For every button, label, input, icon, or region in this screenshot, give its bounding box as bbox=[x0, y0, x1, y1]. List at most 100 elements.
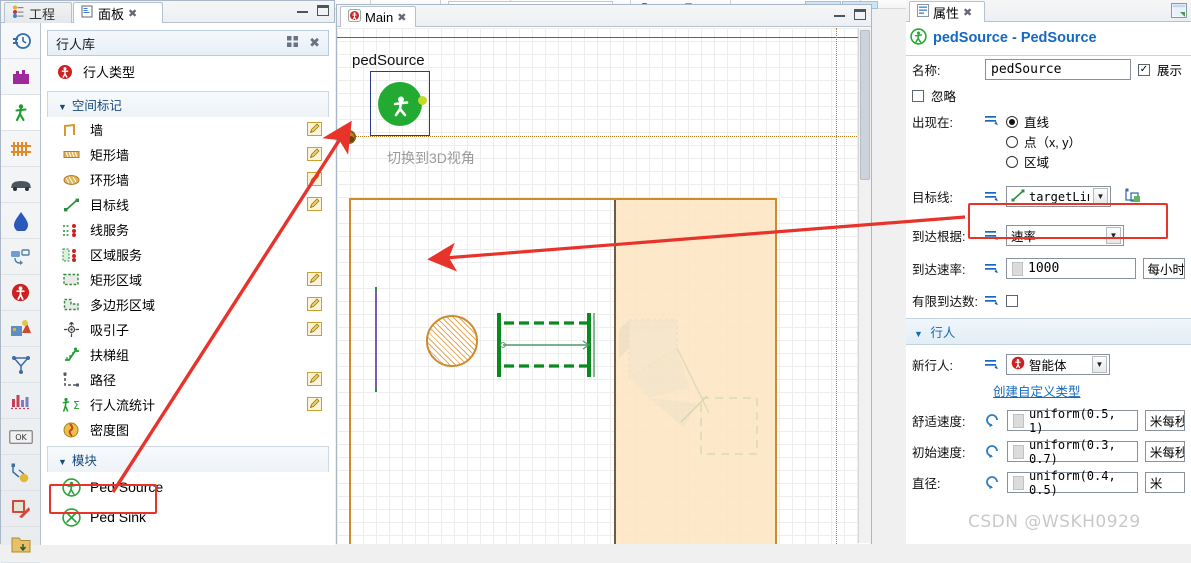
tab-main[interactable]: Main ✖ bbox=[340, 6, 416, 27]
create-custom-type-link[interactable]: 创建自定义类型 bbox=[993, 381, 1081, 400]
chevron-down-icon[interactable]: ▼ bbox=[1093, 188, 1108, 205]
palette-item-attractor[interactable]: 吸引子 bbox=[47, 317, 329, 342]
arrival-rate-input[interactable]: 1000 bbox=[1006, 258, 1136, 279]
restore-view-icon[interactable] bbox=[1171, 3, 1187, 21]
palette-item-path[interactable]: 路径 bbox=[47, 367, 329, 392]
palette-item-ring-wall[interactable]: 环形墙 bbox=[47, 167, 329, 192]
rail-item-6[interactable] bbox=[1, 239, 40, 275]
radio-icon[interactable] bbox=[1006, 115, 1018, 128]
ped-source-icon[interactable] bbox=[378, 82, 422, 126]
dynamic-value-icon[interactable] bbox=[985, 111, 999, 128]
interior-wall[interactable] bbox=[614, 200, 616, 544]
palette-ped-type-row[interactable]: 行人类型 bbox=[41, 56, 335, 87]
rail-item-2[interactable] bbox=[1, 95, 40, 131]
dynamic-value-icon[interactable] bbox=[985, 261, 999, 276]
rail-item-5[interactable] bbox=[1, 203, 40, 239]
diameter-unit[interactable]: 米 bbox=[1144, 472, 1185, 493]
palette-group-header-1[interactable]: ▼ 模块 bbox=[47, 446, 329, 472]
pedestrian-section-header[interactable]: ▼ 行人 bbox=[906, 318, 1191, 345]
chevron-down-icon[interactable]: ▼ bbox=[1092, 356, 1107, 373]
canvas-scrollbar-thumb[interactable] bbox=[860, 30, 870, 180]
radio-icon[interactable] bbox=[1006, 135, 1018, 148]
limited-arrivals-checkbox[interactable] bbox=[1006, 294, 1018, 307]
minimize-button[interactable] bbox=[297, 9, 308, 13]
target-line-combo[interactable]: targetLine ▼ bbox=[1006, 186, 1111, 207]
ring-wall[interactable] bbox=[426, 315, 478, 367]
new-ped-combo[interactable]: 智能体 ▼ bbox=[1006, 354, 1110, 375]
palette-item-rect-wall[interactable]: 矩形墙 bbox=[47, 142, 329, 167]
tab-project[interactable]: 工程 bbox=[4, 2, 72, 23]
dynamic-value-icon[interactable] bbox=[985, 357, 999, 372]
rail-item-1[interactable] bbox=[1, 59, 40, 95]
palette-group-header-0[interactable]: ▼ 空间标记 bbox=[47, 91, 329, 117]
comfort-speed-input[interactable]: uniform(0.5, 1) bbox=[1007, 407, 1138, 435]
reset-icon[interactable] bbox=[985, 475, 1000, 490]
dynamic-value-icon[interactable] bbox=[985, 189, 999, 204]
close-icon[interactable]: ✖ bbox=[309, 35, 320, 51]
appear-option-point[interactable]: 点（x, y） bbox=[1006, 132, 1081, 151]
edit-pencil-icon[interactable] bbox=[307, 272, 322, 286]
ignore-checkbox[interactable] bbox=[912, 89, 924, 102]
appear-option-line[interactable]: 直线 bbox=[1006, 112, 1081, 131]
edit-pencil-icon[interactable] bbox=[307, 172, 322, 186]
edit-pencil-icon[interactable] bbox=[307, 297, 322, 311]
grid-view-icon[interactable] bbox=[286, 35, 299, 51]
palette-item-ped-source[interactable]: Ped Source bbox=[47, 472, 329, 502]
tab-palette[interactable]: 面板 ✖ bbox=[73, 2, 163, 23]
edit-pencil-icon[interactable] bbox=[307, 397, 322, 411]
maximize-button[interactable] bbox=[317, 5, 329, 16]
palette-item-ped-flow-stats[interactable]: Σ 行人流统计 bbox=[47, 392, 329, 417]
initial-speed-unit[interactable]: 米每秒 bbox=[1144, 441, 1185, 462]
pick-object-icon[interactable] bbox=[1125, 188, 1141, 206]
close-icon[interactable]: ✖ bbox=[128, 7, 137, 20]
model-canvas[interactable]: pedSource 切换到3D视角 bbox=[337, 28, 871, 544]
arrival-basis-combo[interactable]: 速率 ▼ bbox=[1006, 225, 1124, 246]
reset-icon[interactable] bbox=[985, 444, 1000, 459]
rail-item-12[interactable] bbox=[1, 455, 40, 491]
appear-option-area[interactable]: 区域 bbox=[1006, 152, 1081, 171]
palette-item-escalator-group[interactable]: 扶梯组 bbox=[47, 342, 329, 367]
palette-item-line-service[interactable]: 线服务 bbox=[47, 217, 329, 242]
palette-item-target-line[interactable]: 目标线 bbox=[47, 192, 329, 217]
palette-item-ped-sink[interactable]: Ped Sink bbox=[47, 502, 329, 532]
rail-item-8[interactable] bbox=[1, 311, 40, 347]
reset-icon[interactable] bbox=[985, 413, 1000, 428]
palette-item-density-map[interactable]: 密度图 bbox=[47, 417, 329, 442]
palette-item-rect-area[interactable]: 矩形区域 bbox=[47, 267, 329, 292]
edit-pencil-icon[interactable] bbox=[307, 372, 322, 386]
escalator-group-shape[interactable] bbox=[495, 311, 599, 379]
close-icon[interactable]: ✖ bbox=[963, 6, 972, 19]
edit-pencil-icon[interactable] bbox=[307, 322, 322, 336]
tab-properties[interactable]: 属性 ✖ bbox=[909, 1, 985, 22]
rail-item-11[interactable]: OK bbox=[1, 419, 40, 455]
edit-pencil-icon[interactable] bbox=[307, 147, 322, 161]
palette-item-polygon-area[interactable]: 多边形区域 bbox=[47, 292, 329, 317]
rail-item-7[interactable] bbox=[1, 275, 40, 311]
rail-item-13[interactable] bbox=[1, 491, 40, 527]
diameter-input[interactable]: uniform(0.4, 0.5) bbox=[1007, 469, 1138, 497]
palette-item-area-service[interactable]: 区域服务 bbox=[47, 242, 329, 267]
rail-item-10[interactable] bbox=[1, 383, 40, 419]
arrival-rate-unit[interactable]: 每小时 bbox=[1142, 258, 1185, 279]
rail-item-3[interactable] bbox=[1, 131, 40, 167]
view-toggle-label[interactable]: 切换到3D视角 bbox=[387, 148, 475, 168]
dynamic-value-icon[interactable] bbox=[985, 293, 999, 308]
comfort-speed-unit[interactable]: 米每秒 bbox=[1144, 410, 1185, 431]
ped-source-port-handle[interactable] bbox=[418, 96, 427, 105]
chevron-down-icon[interactable]: ▼ bbox=[1106, 227, 1121, 244]
rail-item-0[interactable] bbox=[1, 23, 40, 59]
radio-icon[interactable] bbox=[1006, 155, 1018, 168]
dynamic-value-icon[interactable] bbox=[985, 228, 999, 243]
rail-item-9[interactable] bbox=[1, 347, 40, 383]
edit-pencil-icon[interactable] bbox=[307, 122, 322, 136]
palette-item-wall[interactable]: 墙 bbox=[47, 117, 329, 142]
rail-item-4[interactable] bbox=[1, 167, 40, 203]
initial-speed-input[interactable]: uniform(0.3, 0.7) bbox=[1007, 438, 1138, 466]
name-input[interactable]: pedSource bbox=[985, 59, 1131, 80]
origin-marker[interactable] bbox=[342, 130, 356, 144]
canvas-scrollbar[interactable] bbox=[858, 28, 871, 543]
close-icon[interactable]: ✖ bbox=[397, 11, 406, 24]
edit-pencil-icon[interactable] bbox=[307, 197, 322, 211]
rail-item-14[interactable] bbox=[1, 527, 40, 563]
show-checkbox[interactable]: ✓ bbox=[1138, 63, 1150, 76]
